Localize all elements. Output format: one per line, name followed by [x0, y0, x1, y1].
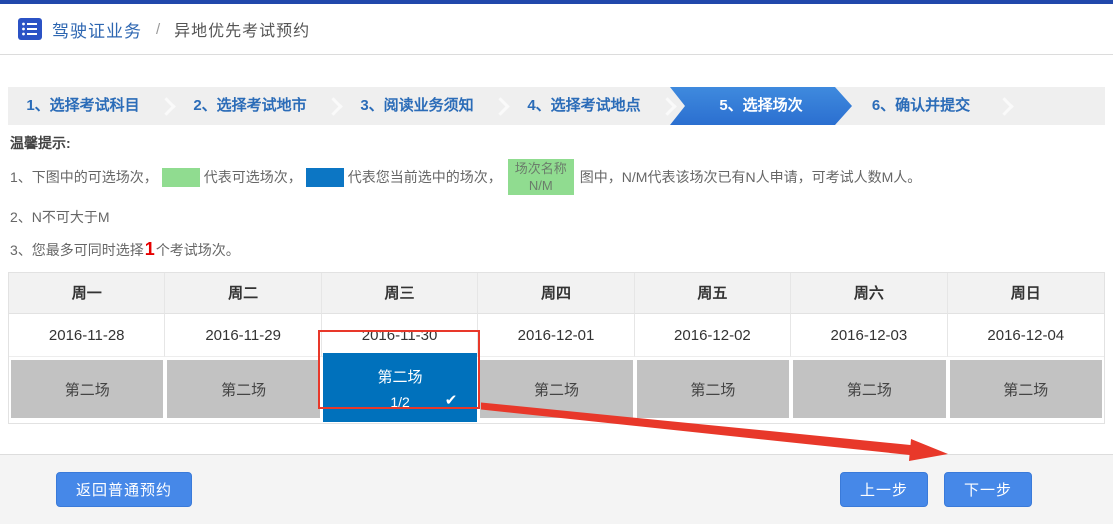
session-option[interactable]: 第二场	[11, 360, 163, 418]
breadcrumb-separator: /	[156, 21, 160, 38]
tip-3-text-b: 个考试场次。	[156, 240, 240, 260]
list-icon	[18, 18, 42, 40]
day-header-thu: 周四	[478, 273, 634, 314]
session-cell-sat: 第二场	[791, 357, 947, 423]
day-header-mon: 周一	[9, 273, 165, 314]
session-option[interactable]: 第二场	[637, 360, 789, 418]
nav-button-group: 上一步 下一步	[840, 472, 1032, 507]
session-cell-thu: 第二场	[478, 357, 634, 423]
session-schedule-table: 周一 周二 周三 周四 周五 周六 周日 2016-11-28 2016-11-…	[8, 272, 1105, 424]
breadcrumb: 驾驶证业务 / 异地优先考试预约	[0, 4, 1113, 55]
tip-2: 2、N不可大于M	[10, 207, 1105, 227]
tip-1-text-d: 图中，N/M代表该场次已有N人申请，可考试人数M人。	[580, 167, 921, 187]
session-cell-mon: 第二场	[9, 357, 165, 423]
chevron-right-icon	[995, 97, 1013, 115]
date-cell: 2016-12-04	[948, 314, 1104, 357]
step-tab-4[interactable]: 4、选择考试地点	[509, 87, 659, 125]
breadcrumb-root[interactable]: 驾驶证业务	[52, 17, 142, 42]
next-step-button[interactable]: 下一步	[944, 472, 1032, 507]
date-cell: 2016-11-29	[165, 314, 321, 357]
selected-color-swatch	[306, 168, 344, 187]
session-option[interactable]: 第二场	[793, 360, 945, 418]
day-header-tue: 周二	[165, 273, 321, 314]
date-cell: 2016-11-28	[9, 314, 165, 357]
session-option[interactable]: 第二场	[480, 360, 632, 418]
tip-1-text-a: 1、下图中的可选场次，	[10, 167, 158, 187]
selected-session-quota: 1/2	[390, 394, 409, 410]
step-tab-5-active[interactable]: 5、选择场次	[670, 87, 852, 125]
day-header-fri: 周五	[635, 273, 791, 314]
selected-session-name: 第二场	[378, 366, 423, 387]
action-bar: 返回普通预约 上一步 下一步	[0, 454, 1113, 524]
date-cell: 2016-12-03	[791, 314, 947, 357]
session-option-selected[interactable]: 第二场 1/2 ✔	[323, 353, 477, 422]
tips-heading: 温馨提示:	[10, 133, 1105, 153]
day-header-sat: 周六	[791, 273, 947, 314]
session-sample-box: 场次名称 N/M	[508, 159, 574, 195]
step-tab-3[interactable]: 3、阅读业务须知	[342, 87, 492, 125]
chevron-right-icon	[324, 97, 342, 115]
day-header-wed: 周三	[322, 273, 478, 314]
step-tab-2[interactable]: 2、选择考试地市	[175, 87, 325, 125]
session-cell-tue: 第二场	[165, 357, 321, 423]
tip-3-text-a: 3、您最多可同时选择	[10, 240, 144, 260]
session-cell-fri: 第二场	[635, 357, 791, 423]
date-cell: 2016-12-02	[635, 314, 791, 357]
tip-3: 3、您最多可同时选择 1 个考试场次。	[10, 239, 1105, 260]
back-to-normal-booking-button[interactable]: 返回普通预约	[56, 472, 192, 507]
available-color-swatch	[162, 168, 200, 187]
previous-step-button[interactable]: 上一步	[840, 472, 928, 507]
step-wizard-bar: 1、选择考试科目 2、选择考试地市 3、阅读业务须知 4、选择考试地点 5、选择…	[8, 87, 1105, 125]
day-header-sun: 周日	[948, 273, 1104, 314]
step-tab-6[interactable]: 6、确认并提交	[846, 87, 996, 125]
sample-session-quota: N/M	[529, 178, 553, 193]
check-icon: ✔	[445, 391, 458, 409]
tip-1: 1、下图中的可选场次， 代表可选场次， 代表您当前选中的场次， 场次名称 N/M…	[10, 159, 1105, 195]
tip-1-text-c: 代表您当前选中的场次，	[348, 167, 502, 187]
chevron-right-icon	[491, 97, 509, 115]
tip-1-text-b: 代表可选场次，	[204, 167, 302, 187]
sample-session-name: 场次名称	[515, 161, 567, 176]
max-select-count: 1	[144, 239, 156, 260]
session-cell-wed: 第二场 1/2 ✔	[322, 357, 478, 423]
date-cell: 2016-11-30	[322, 314, 478, 357]
page-title: 异地优先考试预约	[174, 17, 310, 41]
session-option[interactable]: 第二场	[167, 360, 319, 418]
chevron-right-icon	[157, 97, 175, 115]
session-cell-sun: 第二场	[948, 357, 1104, 423]
tips-section: 温馨提示: 1、下图中的可选场次， 代表可选场次， 代表您当前选中的场次， 场次…	[8, 133, 1105, 260]
step-tab-1[interactable]: 1、选择考试科目	[8, 87, 158, 125]
session-option[interactable]: 第二场	[950, 360, 1102, 418]
date-cell: 2016-12-01	[478, 314, 634, 357]
chevron-right-icon	[658, 97, 676, 115]
